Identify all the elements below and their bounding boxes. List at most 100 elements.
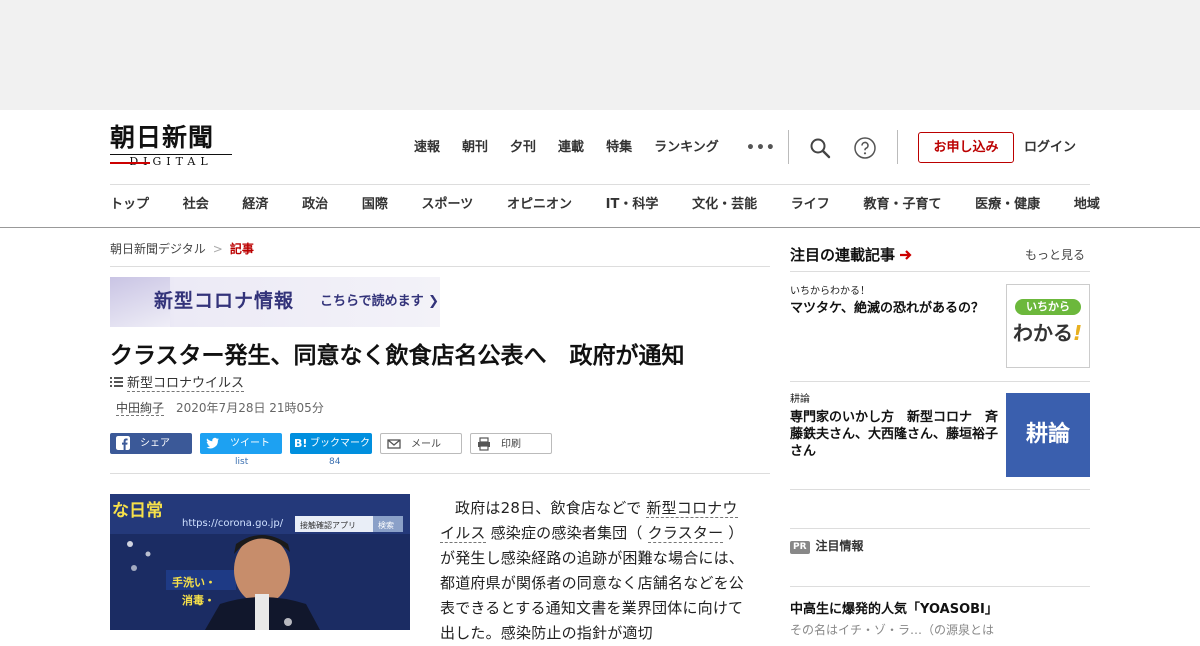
breadcrumb: 朝日新聞デジタル > 記事: [110, 240, 254, 258]
mail-share-label: メール: [411, 439, 441, 450]
facebook-share-label: シェア: [140, 438, 170, 449]
nav-ranking[interactable]: ランキング: [654, 138, 719, 158]
logo-accent-line: [110, 162, 150, 164]
twitter-share-button[interactable]: ツイート: [200, 433, 282, 454]
sidebar-item-title[interactable]: 専門家のいかし方 新型コロナ 斉藤鉄夫さん、大西隆さん、藤垣裕子さん: [790, 409, 1002, 460]
header-divider-line: [110, 184, 1090, 185]
cat-sports[interactable]: スポーツ: [422, 194, 474, 216]
cat-society[interactable]: 社会: [183, 194, 209, 216]
site-logo[interactable]: 朝日新聞 DIGITAL: [110, 124, 242, 170]
sidebar-news-title[interactable]: 中高生に爆発的人気「YOASOBI」: [790, 601, 998, 619]
thumb-label-big-text: わかる: [1013, 321, 1073, 345]
article-photo[interactable]: な日常 https://corona.go.jp/ 接触確認アプリ 検索 手洗い…: [110, 494, 410, 630]
sidebar-item-kicker: いちからわかる！: [790, 286, 870, 297]
header-divider: [897, 130, 898, 164]
cat-opinion[interactable]: オピニオン: [507, 194, 572, 216]
mail-icon: [387, 439, 401, 449]
body-link-cluster[interactable]: クラスター: [647, 524, 724, 543]
cat-region[interactable]: 地域: [1074, 194, 1100, 216]
subscribe-button[interactable]: お申し込み: [918, 132, 1014, 163]
top-nav: 速報 朝刊 夕刊 連載 特集 ランキング: [414, 138, 741, 158]
photo-overlay-disinfect: 消毒・: [182, 593, 215, 607]
sidebar-heading-text: 注目の連載記事: [790, 246, 896, 264]
thumb-label-big: わかる!: [1013, 321, 1083, 345]
pr-label: 注目情報: [815, 539, 864, 553]
publish-date: 2020年7月28日 21時05分: [176, 401, 324, 415]
cat-politics[interactable]: 政治: [302, 194, 328, 216]
print-icon: [478, 437, 490, 451]
search-icon[interactable]: [808, 136, 832, 160]
pr-badge: PR: [790, 541, 810, 554]
more-menu-icon[interactable]: •••: [746, 138, 776, 158]
print-button[interactable]: 印刷: [470, 433, 552, 454]
hatena-bookmark-button[interactable]: B! ブックマーク: [290, 433, 372, 454]
category-nav: トップ 社会 経済 政治 国際 スポーツ オピニオン IT・科学 文化・芸能 ラ…: [110, 194, 1100, 216]
cat-top[interactable]: トップ: [110, 194, 149, 216]
photo-overlay-url: https://corona.go.jp/: [182, 518, 284, 529]
article-byline: 中田絢子 2020年7月28日 21時05分: [116, 399, 324, 417]
author-link[interactable]: 中田絢子: [116, 401, 165, 416]
twitter-icon: [206, 437, 219, 449]
sidebar-item-kicker: 耕論: [790, 394, 810, 405]
sidebar-divider: [790, 489, 1090, 490]
topic-link[interactable]: 新型コロナウイルス: [127, 376, 245, 392]
mail-share-button[interactable]: メール: [380, 433, 462, 454]
photo-overlay-app: 接触確認アプリ: [300, 520, 356, 530]
hatena-count[interactable]: 84: [329, 456, 340, 468]
sidebar-more-link[interactable]: もっと見る: [1025, 246, 1085, 264]
cat-culture[interactable]: 文化・芸能: [692, 194, 757, 216]
cat-economy[interactable]: 経済: [242, 194, 268, 216]
header-divider: [788, 130, 789, 164]
breadcrumb-current: 記事: [229, 242, 254, 256]
thumb-label: 耕論: [1025, 421, 1070, 447]
sidebar-item-thumbnail[interactable]: 耕論: [1006, 393, 1090, 477]
divider: [110, 473, 770, 474]
photo-overlay-handwash: 手洗い・: [172, 575, 216, 589]
photo-overlay-text: な日常: [112, 500, 163, 521]
cat-international[interactable]: 国際: [362, 194, 388, 216]
facebook-share-button[interactable]: シェア: [110, 433, 192, 454]
cat-life[interactable]: ライフ: [791, 194, 830, 216]
sidebar-divider: [790, 381, 1090, 382]
sidebar-item-title[interactable]: マツタケ、絶滅の恐れがあるの？: [790, 300, 1002, 317]
breadcrumb-home[interactable]: 朝日新聞デジタル: [110, 242, 206, 256]
corona-info-banner[interactable]: 新型コロナ情報 こちらで読めます ❯: [110, 277, 440, 327]
article-title: クラスター発生、同意なく飲食店名公表へ 政府が通知: [110, 343, 685, 369]
ad-banner-area: [0, 0, 1200, 110]
body-text: 感染症の感染者集団（: [490, 524, 643, 542]
nav-tokushu[interactable]: 特集: [606, 138, 632, 158]
arrow-right-icon: [900, 250, 912, 260]
sidebar-heading[interactable]: 注目の連載記事: [790, 244, 913, 266]
corona-banner-title: 新型コロナ情報: [154, 290, 295, 312]
twitter-count[interactable]: list: [235, 456, 248, 468]
twitter-share-label: ツイート: [230, 438, 270, 449]
cat-health[interactable]: 医療・健康: [975, 194, 1040, 216]
print-label: 印刷: [501, 439, 521, 450]
sidebar-news-subtitle[interactable]: その名はイチ・ゾ・ラ…（の源泉とは: [790, 622, 994, 638]
logo-main-text: 朝日新聞: [110, 123, 215, 152]
hatena-icon: B!: [294, 437, 308, 450]
article-body: 政府は28日、飲食店などで 新型コロナウイルス 感染症の感染者集団（ クラスター…: [440, 496, 752, 646]
thumb-label: いちから: [1015, 299, 1081, 315]
nav-rensai[interactable]: 連載: [558, 138, 584, 158]
login-link[interactable]: ログイン: [1024, 138, 1076, 158]
photo-overlay-search: 検索: [378, 520, 394, 530]
breadcrumb-separator: >: [212, 242, 223, 256]
help-icon[interactable]: [853, 136, 877, 160]
site-header: 朝日新聞 DIGITAL 速報 朝刊 夕刊 連載 特集 ランキング ••• お申…: [0, 110, 1200, 228]
sidebar-divider: [790, 586, 1090, 587]
cat-education[interactable]: 教育・子育て: [863, 194, 941, 216]
body-text: 政府は28日、飲食店などで: [455, 499, 642, 517]
press-conference-image: な日常 https://corona.go.jp/ 接触確認アプリ 検索 手洗い…: [110, 494, 410, 630]
sidebar-item-thumbnail[interactable]: いちから わかる!: [1006, 284, 1090, 368]
sidebar-divider: [790, 528, 1090, 529]
nav-chokan[interactable]: 朝刊: [462, 138, 488, 158]
nav-yukan[interactable]: 夕刊: [510, 138, 536, 158]
facebook-icon: [116, 436, 130, 450]
cat-it-science[interactable]: IT・科学: [606, 194, 659, 216]
divider: [110, 266, 770, 267]
nav-sokuho[interactable]: 速報: [414, 138, 440, 158]
sidebar-divider: [790, 271, 1090, 272]
list-icon: [110, 377, 123, 387]
article-topic: 新型コロナウイルス: [110, 375, 245, 393]
